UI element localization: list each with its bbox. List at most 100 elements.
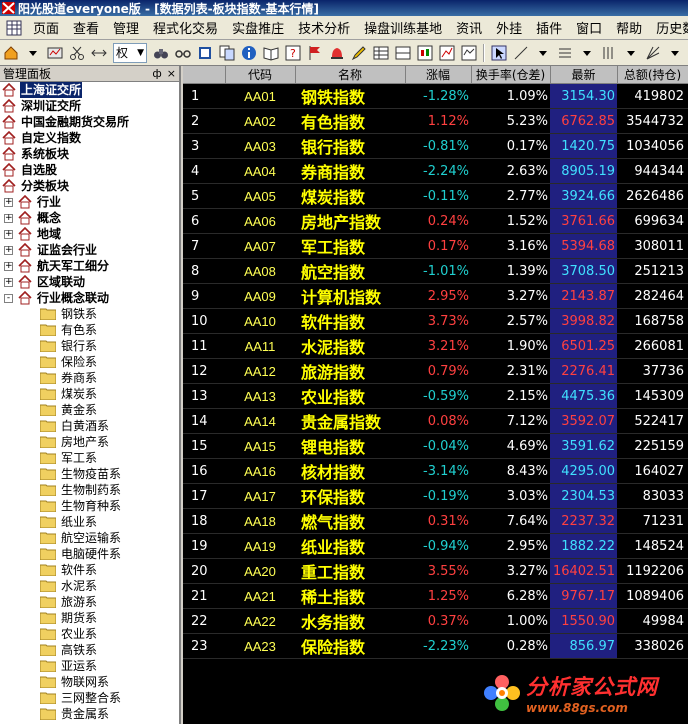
period-select[interactable]: 权 ▼ bbox=[113, 42, 147, 63]
table-row[interactable]: 18 AA18 燃气指数 0.31% 7.64% 2237.32 71231 bbox=[183, 508, 688, 534]
home-icon[interactable] bbox=[2, 44, 20, 62]
tree-leaf[interactable]: 生物育种系 bbox=[0, 498, 179, 514]
line-tool-icon[interactable] bbox=[512, 44, 530, 62]
table-icon[interactable] bbox=[372, 44, 390, 62]
tree-leaf[interactable]: 期货系 bbox=[0, 610, 179, 626]
binoculars-icon[interactable] bbox=[152, 44, 170, 62]
menu-window[interactable]: 窗口 bbox=[569, 18, 609, 37]
expand-toggle[interactable]: - bbox=[4, 293, 13, 303]
book-icon[interactable] bbox=[196, 44, 214, 62]
cursor-arrow-icon[interactable] bbox=[490, 44, 508, 62]
tree-leaf[interactable]: 三网整合系 bbox=[0, 690, 179, 706]
menu-plugins[interactable]: 插件 bbox=[529, 18, 569, 37]
table-row[interactable]: 11 AA11 水泥指数 3.21% 1.90% 6501.25 266081 bbox=[183, 333, 688, 359]
dropdown-arrow-icon[interactable] bbox=[534, 44, 552, 62]
tree-leaf[interactable]: 农业系 bbox=[0, 626, 179, 642]
dropdown-arrow-icon[interactable] bbox=[24, 44, 42, 62]
menu-news[interactable]: 资讯 bbox=[449, 18, 489, 37]
pin-icon[interactable]: ф bbox=[152, 67, 161, 80]
expand-toggle[interactable]: + bbox=[4, 261, 13, 271]
table-row[interactable]: 16 AA16 核材指数 -3.14% 8.43% 4295.00 164027 bbox=[183, 458, 688, 484]
tree-leaf[interactable]: 保险系 bbox=[0, 354, 179, 370]
copy-icon[interactable] bbox=[218, 44, 236, 62]
table-row[interactable]: 7 AA07 军工指数 0.17% 3.16% 5394.68 308011 bbox=[183, 233, 688, 259]
tree-item[interactable]: 中国金融期货交易所 bbox=[0, 114, 179, 130]
col-index[interactable] bbox=[183, 66, 226, 84]
menu-training-base[interactable]: 操盘训练基地 bbox=[357, 18, 449, 37]
menu-history[interactable]: 历史数据 bbox=[649, 18, 688, 37]
layout-icon[interactable] bbox=[394, 44, 412, 62]
pencil-icon[interactable] bbox=[350, 44, 368, 62]
expand-toggle[interactable]: + bbox=[4, 245, 13, 255]
table-row[interactable]: 20 AA20 重工指数 3.55% 3.27% 16402.51 1192206 bbox=[183, 558, 688, 584]
dropdown-arrow-icon[interactable] bbox=[622, 44, 640, 62]
tree-group[interactable]: + 地域 bbox=[0, 226, 179, 242]
tree-leaf[interactable]: 航空运输系 bbox=[0, 530, 179, 546]
table-row[interactable]: 19 AA19 纸业指数 -0.94% 2.95% 1882.22 148524 bbox=[183, 533, 688, 559]
alarm-bell-icon[interactable] bbox=[328, 44, 346, 62]
tree-leaf[interactable]: 水泥系 bbox=[0, 578, 179, 594]
tree-leaf[interactable]: 纸业系 bbox=[0, 514, 179, 530]
glasses-icon[interactable] bbox=[174, 44, 192, 62]
info-icon[interactable] bbox=[240, 44, 258, 62]
table-row[interactable]: 23 AA23 保险指数 -2.23% 0.28% 856.97 338026 bbox=[183, 633, 688, 659]
menu-technical-analysis[interactable]: 技术分析 bbox=[291, 18, 357, 37]
col-code[interactable]: 代码 bbox=[225, 66, 296, 84]
tree-item[interactable]: 自定义指数 bbox=[0, 130, 179, 146]
tree-item[interactable]: 分类板块 bbox=[0, 178, 179, 194]
tree-group[interactable]: + 证监会行业 bbox=[0, 242, 179, 258]
dropdown-arrow-icon[interactable] bbox=[578, 44, 596, 62]
menu-plugin-external[interactable]: 外挂 bbox=[489, 18, 529, 37]
table-row[interactable]: 8 AA08 航空指数 -1.01% 1.39% 3708.50 251213 bbox=[183, 258, 688, 284]
vertical-lines-icon[interactable] bbox=[600, 44, 618, 62]
menu-live-trading[interactable]: 实盘推庄 bbox=[225, 18, 291, 37]
tree-leaf[interactable]: 生物制药系 bbox=[0, 482, 179, 498]
tree-leaf[interactable]: 煤炭系 bbox=[0, 386, 179, 402]
tree-leaf[interactable]: 生物疫苗系 bbox=[0, 466, 179, 482]
tree-item[interactable]: 上海证交所 bbox=[0, 82, 179, 98]
tree-leaf[interactable]: 军工系 bbox=[0, 450, 179, 466]
tree-group[interactable]: + 概念 bbox=[0, 210, 179, 226]
question-icon[interactable]: ? bbox=[284, 44, 302, 62]
tree-leaf[interactable]: 有色系 bbox=[0, 322, 179, 338]
expand-toggle[interactable]: + bbox=[4, 197, 13, 207]
tree-leaf[interactable]: 物联网系 bbox=[0, 674, 179, 690]
chart-tool-icon[interactable] bbox=[46, 44, 64, 62]
table-row[interactable]: 3 AA03 银行指数 -0.81% 0.17% 1420.75 1034056 bbox=[183, 133, 688, 159]
col-latest[interactable]: 最新 bbox=[550, 66, 618, 84]
col-change[interactable]: 涨幅 bbox=[405, 66, 472, 84]
tree-group[interactable]: + 航天军工细分 bbox=[0, 258, 179, 274]
tree-leaf[interactable]: 旅游系 bbox=[0, 594, 179, 610]
flag-icon[interactable] bbox=[306, 44, 324, 62]
table-row[interactable]: 21 AA21 稀土指数 1.25% 6.28% 9767.17 1089406 bbox=[183, 583, 688, 609]
tree-leaf[interactable]: 黄金系 bbox=[0, 402, 179, 418]
col-turnover[interactable]: 换手率(仓差) bbox=[471, 66, 551, 84]
table-row[interactable]: 22 AA22 水务指数 0.37% 1.00% 1550.90 49984 bbox=[183, 608, 688, 634]
tree-group[interactable]: + 行业 bbox=[0, 194, 179, 210]
tree-leaf[interactable]: 亚运系 bbox=[0, 658, 179, 674]
arrows-icon[interactable] bbox=[90, 44, 108, 62]
tree-leaf[interactable]: 券商系 bbox=[0, 370, 179, 386]
tree-item[interactable]: 深圳证交所 bbox=[0, 98, 179, 114]
table-row[interactable]: 13 AA13 农业指数 -0.59% 2.15% 4475.36 145309 bbox=[183, 383, 688, 409]
menu-view[interactable]: 查看 bbox=[66, 18, 106, 37]
table-row[interactable]: 10 AA10 软件指数 3.73% 2.57% 3998.82 168758 bbox=[183, 308, 688, 334]
fan-lines-icon[interactable] bbox=[644, 44, 662, 62]
table-row[interactable]: 15 AA15 锂电指数 -0.04% 4.69% 3591.62 225159 bbox=[183, 433, 688, 459]
tree-leaf[interactable]: 房地产系 bbox=[0, 434, 179, 450]
tree-leaf[interactable]: 贵金属系 bbox=[0, 706, 179, 722]
tree-leaf[interactable]: 高铁系 bbox=[0, 642, 179, 658]
menu-help[interactable]: 帮助 bbox=[609, 18, 649, 37]
tree-group[interactable]: + 区域联动 bbox=[0, 274, 179, 290]
grid-icon[interactable] bbox=[6, 18, 22, 38]
table-row[interactable]: 1 AA01 钢铁指数 -1.28% 1.09% 3154.30 419802 bbox=[183, 83, 688, 109]
tree-item[interactable]: 系统板块 bbox=[0, 146, 179, 162]
parallel-lines-icon[interactable] bbox=[556, 44, 574, 62]
dropdown-arrow-icon[interactable] bbox=[666, 44, 684, 62]
col-name[interactable]: 名称 bbox=[295, 66, 406, 84]
tree-leaf[interactable]: 软件系 bbox=[0, 562, 179, 578]
col-amount[interactable]: 总额(持仓) bbox=[617, 66, 688, 84]
open-book-icon[interactable] bbox=[262, 44, 280, 62]
volume-chart-icon[interactable] bbox=[460, 44, 478, 62]
table-row[interactable]: 4 AA04 券商指数 -2.24% 2.63% 8905.19 944344 bbox=[183, 158, 688, 184]
